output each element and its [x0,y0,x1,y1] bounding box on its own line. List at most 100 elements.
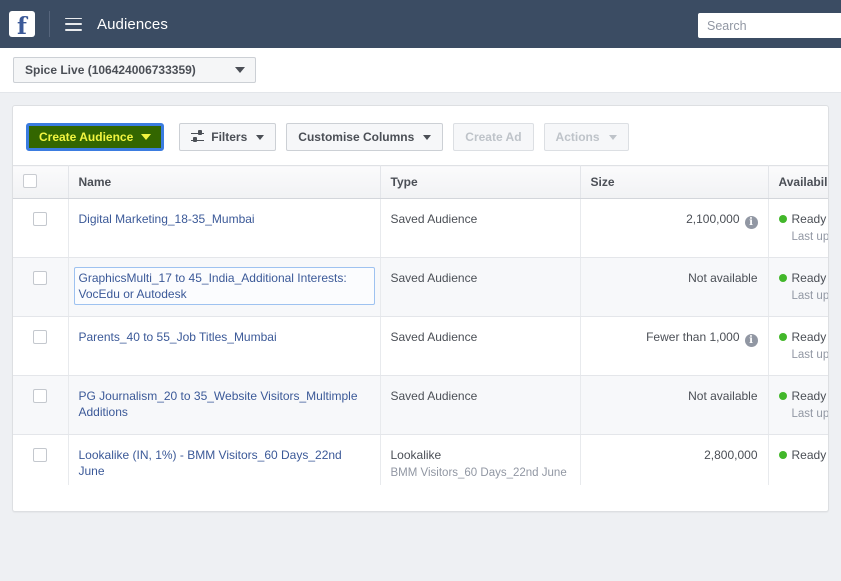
audience-size-wrapper: 2,800,000 [591,447,758,463]
actions-label: Actions [555,130,600,144]
table-body: Digital Marketing_18-35_Mumbai Saved Audi… [13,198,829,485]
last-updated-label: Last updat [791,349,829,361]
table-header: Name Type Size Availability [13,165,828,199]
chevron-down-icon [608,134,617,140]
audience-size-wrapper: Fewer than 1,000 i [591,329,758,347]
last-updated-label: Last updat [791,290,829,302]
audience-name-link[interactable]: Lookalike (IN, 1%) - BMM Visitors_60 Day… [79,447,370,479]
table-row[interactable]: GraphicsMulti_17 to 45_India_Additional … [13,257,829,317]
chevron-down-icon [141,134,152,140]
page-title: Audiences [97,15,168,33]
row-checkbox[interactable] [33,389,48,403]
row-select-cell [13,316,69,376]
ad-account-selector[interactable]: Spice Live (106424006733359) [13,57,256,83]
column-header-type[interactable]: Type [380,165,581,199]
audience-name-link[interactable]: PG Journalism_20 to 35_Website Visitors_… [79,388,370,420]
audience-size-cell: 2,100,000 i [580,198,769,258]
table-row[interactable]: PG Journalism_20 to 35_Website Visitors_… [13,375,829,435]
facebook-logo-icon[interactable]: f [9,11,35,40]
audience-name-cell: PG Journalism_20 to 35_Website Visitors_… [68,375,381,435]
filters-button[interactable]: Filters [179,123,277,151]
select-all-header [13,165,69,199]
create-ad-button: Create Ad [453,123,534,151]
audience-type-cell: Saved Audience [380,198,581,258]
audience-size-wrapper: 2,100,000 i [591,211,758,229]
audience-size-cell: Not available [580,375,769,435]
row-checkbox[interactable] [33,448,48,462]
hamburger-line [65,17,82,20]
last-updated-label: Last updat [791,231,829,243]
audience-type-cell: Saved Audience [380,316,581,376]
actions-button: Actions [543,123,629,151]
column-header-availability[interactable]: Availability [768,165,828,199]
audience-name-link[interactable]: GraphicsMulti_17 to 45_India_Additional … [73,267,375,305]
column-header-name[interactable]: Name [68,165,381,199]
row-select-cell [13,198,69,258]
chevron-down-icon [423,134,432,140]
status-badge: Ready [778,447,829,463]
customise-columns-button[interactable]: Customise Columns [286,123,444,151]
audience-availability-cell: Ready Last updat [768,375,829,435]
audience-type-label: Saved Audience [390,271,478,285]
audience-size-value: Fewer than 1,000 [646,330,740,344]
table-row[interactable]: Parents_40 to 55_Job Titles_Mumbai Saved … [13,316,829,376]
status-dot-icon [778,274,787,282]
chevron-down-icon [256,134,265,140]
last-updated-label: Last updat [791,408,829,420]
audience-name-cell: Parents_40 to 55_Job Titles_Mumbai [68,316,381,376]
audiences-toolbar: Create Audience Filters Customise Column… [13,106,828,165]
table-row[interactable]: Digital Marketing_18-35_Mumbai Saved Audi… [13,198,829,258]
audience-size-value: 2,800,000 [704,448,758,462]
status-label: Ready [791,389,827,403]
row-checkbox[interactable] [33,212,48,226]
status-badge: Ready [778,211,829,227]
create-audience-button[interactable]: Create Audience [26,123,165,151]
search-input[interactable]: Search [698,13,841,38]
audiences-table-scroll[interactable]: Name Type Size Availability Digital Mark… [13,165,828,485]
status-label: Ready [791,271,827,285]
audience-name-link[interactable]: Digital Marketing_18-35_Mumbai [79,211,255,227]
slider-knob [198,130,202,135]
chevron-down-icon [235,67,245,73]
audience-availability-cell: Ready [768,434,829,485]
audience-name-link[interactable]: Parents_40 to 55_Job Titles_Mumbai [79,329,277,345]
top-navigation-bar: f Audiences Search [0,0,841,48]
column-header-size[interactable]: Size [580,165,769,199]
create-ad-label: Create Ad [465,130,522,144]
audience-type-label: Saved Audience [390,389,478,403]
info-icon[interactable]: i [744,216,758,229]
audience-type-source: BMM Visitors_60 Days_22nd June [390,467,567,479]
audience-availability-cell: Ready Last updat [768,198,829,258]
audience-type-label: Saved Audience [390,330,478,344]
info-icon[interactable]: i [744,334,758,347]
audience-size-cell: Not available [580,257,769,317]
row-select-cell [13,375,69,435]
audience-type-cell: Saved Audience [380,375,581,435]
hamburger-menu-icon[interactable] [65,17,82,31]
audience-size-cell: 2,800,000 [580,434,769,485]
audience-availability-cell: Ready Last updat [768,257,829,317]
nav-divider [49,11,50,37]
audience-type-label: Lookalike [390,448,442,462]
ad-account-label: Spice Live (106424006733359) [25,63,196,77]
status-dot-icon [778,215,787,223]
status-label: Ready [791,448,827,462]
customise-columns-label: Customise Columns [298,130,415,144]
audience-size-value: 2,100,000 [686,212,740,226]
status-dot-icon [778,333,787,341]
page-content: Create Audience Filters Customise Column… [0,93,841,512]
select-all-checkbox[interactable] [23,174,37,188]
facebook-logo-glyph: f [17,13,27,40]
status-label: Ready [791,330,827,344]
slider-knob [193,137,197,142]
audience-size-value: Not available [688,389,758,403]
row-select-cell [13,257,69,317]
status-label: Ready [791,212,827,226]
search-placeholder: Search [707,18,747,33]
table-row[interactable]: Lookalike (IN, 1%) - BMM Visitors_60 Day… [13,434,829,485]
row-checkbox[interactable] [33,271,48,285]
row-checkbox[interactable] [33,330,48,344]
audience-availability-cell: Ready Last updat [768,316,829,376]
account-sub-bar: Spice Live (106424006733359) [0,48,841,93]
hamburger-line [65,28,82,31]
